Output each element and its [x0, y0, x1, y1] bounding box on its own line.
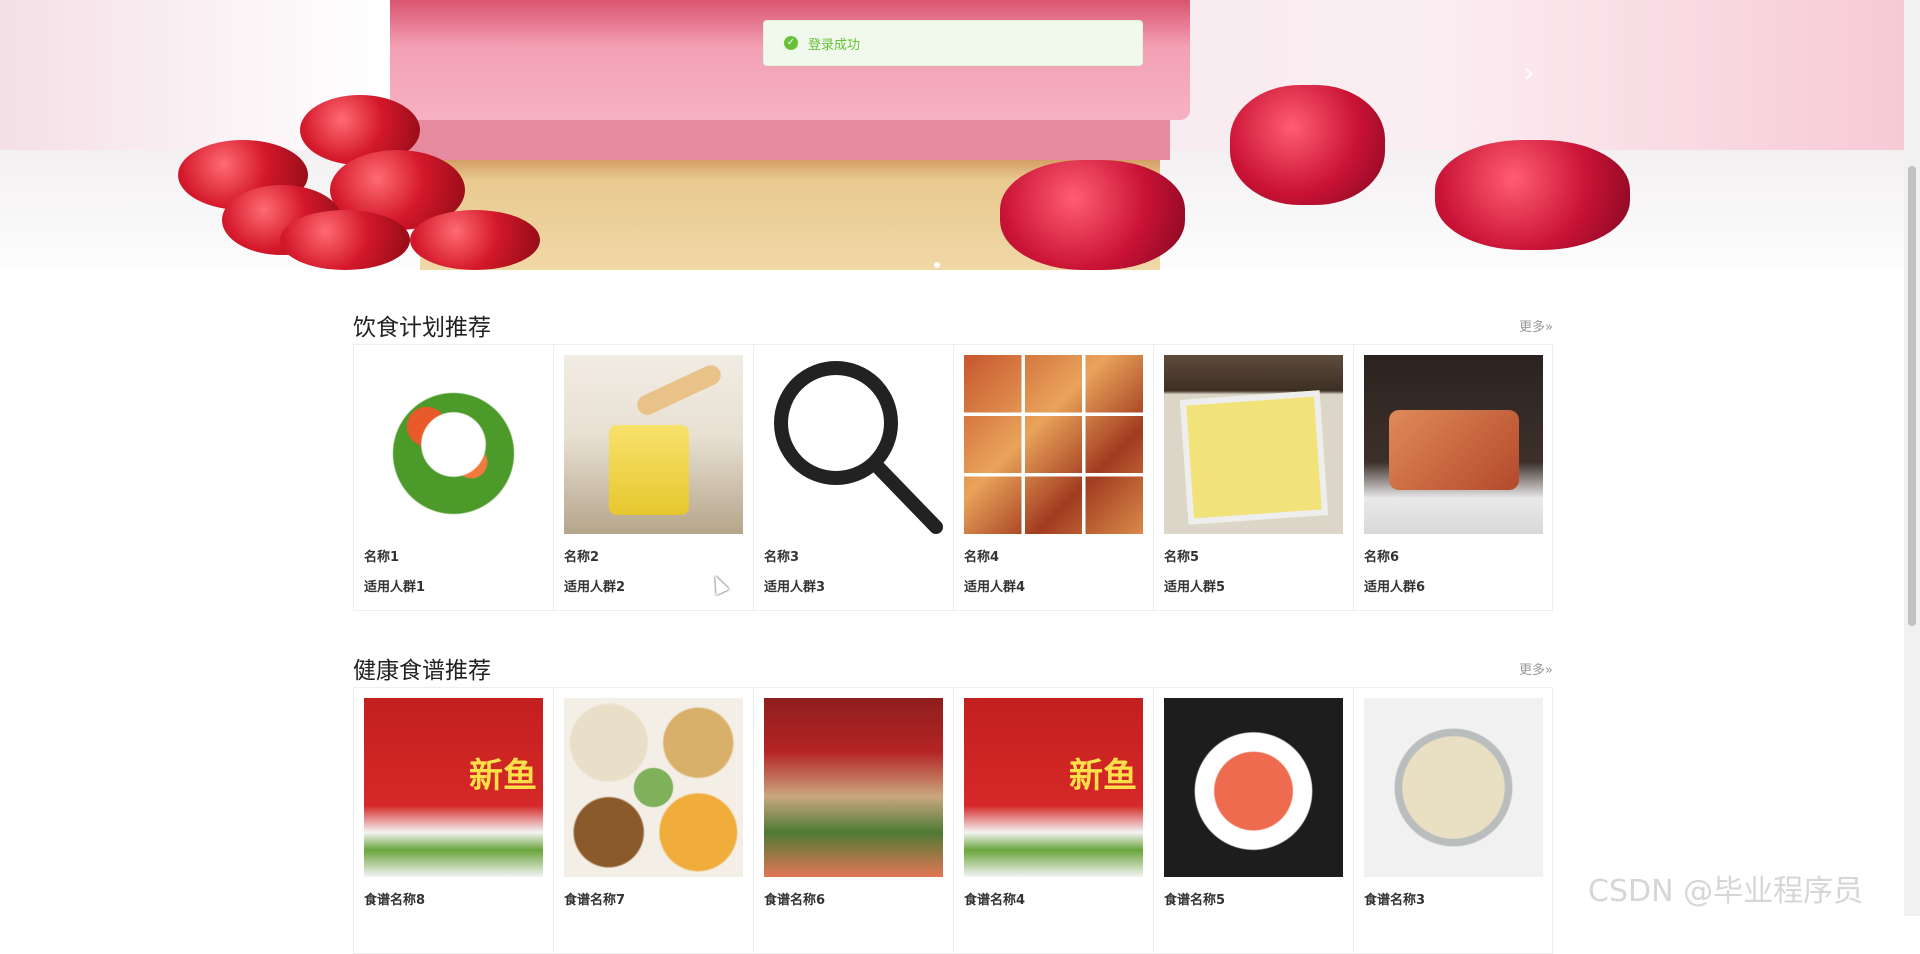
- section-title: 健康食谱推荐: [353, 658, 491, 684]
- watermark-text: CSDN @毕业程序员: [1588, 874, 1864, 909]
- salmon-shape: [1389, 410, 1519, 490]
- section-header: 健康食谱推荐 更多»: [353, 643, 1553, 687]
- plan-name: 名称6: [1364, 550, 1400, 565]
- diet-plan-card[interactable]: 名称1 适用人群1: [354, 345, 554, 610]
- plan-name: 名称3: [764, 550, 800, 565]
- salmon-image: [1364, 355, 1543, 534]
- plan-name: 名称4: [964, 550, 1000, 565]
- toast-message: 登录成功: [808, 37, 861, 53]
- plan-group: 适用人群4: [964, 580, 1026, 595]
- banner-cake-middle: [410, 120, 1170, 160]
- recipe-name: 食谱名称5: [1164, 893, 1226, 908]
- diet-plan-grid: 名称1 适用人群1 名称2 适用人群2 名称3 适用人群3 名称4 适用人群4 …: [353, 344, 1553, 611]
- scrollbar-thumb[interactable]: [1908, 166, 1916, 626]
- diet-plan-section: 饮食计划推荐 更多» 名称1 适用人群1 名称2 适用人群2 名称3 适用人群3…: [353, 300, 1553, 612]
- recipe-section: 健康食谱推荐 更多» 新鱼 食谱名称8 食谱名称7 食谱名称6 新鱼 食谱名称4…: [353, 643, 1553, 954]
- banner-raspberry: [1230, 85, 1385, 205]
- spoon-shape: [633, 361, 725, 419]
- more-link[interactable]: 更多»: [1519, 316, 1553, 335]
- banner-pagination: [934, 253, 946, 268]
- plan-group: 适用人群3: [764, 580, 826, 595]
- banner-dot[interactable]: [934, 262, 940, 268]
- chevron-right-icon: ›: [1523, 56, 1535, 89]
- salad-image: [364, 355, 543, 534]
- recipe-card[interactable]: 新鱼 食谱名称4: [954, 688, 1154, 953]
- diet-plan-card[interactable]: 名称4 适用人群4: [954, 345, 1154, 610]
- recipe-card[interactable]: 食谱名称6: [754, 688, 954, 953]
- fish-poster-image: 新鱼: [964, 698, 1143, 877]
- recipe-name: 食谱名称6: [764, 893, 826, 908]
- dishes-image: [564, 698, 743, 877]
- seafood-collage-image: [964, 355, 1143, 534]
- recipe-name: 食谱名称8: [364, 893, 426, 908]
- recipe-name: 食谱名称4: [964, 893, 1026, 908]
- banner-berry: [410, 210, 540, 270]
- recipe-card[interactable]: 食谱名称5: [1154, 688, 1354, 953]
- plan-name: 名称1: [364, 550, 400, 565]
- more-link[interactable]: 更多»: [1519, 659, 1553, 678]
- recipe-card[interactable]: 食谱名称7: [554, 688, 754, 953]
- banner-raspberry: [1000, 160, 1185, 270]
- diet-plan-card[interactable]: 名称2 适用人群2: [554, 345, 754, 610]
- search-icon: [764, 355, 943, 534]
- section-title: 饮食计划推荐: [353, 315, 491, 341]
- shrimp-plate-image: [1164, 355, 1343, 534]
- fish-poster-image: 新鱼: [364, 698, 543, 877]
- plan-group: 适用人群6: [1364, 580, 1426, 595]
- recipe-grid: 新鱼 食谱名称8 食谱名称7 食谱名称6 新鱼 食谱名称4 食谱名称5 食谱名称…: [353, 687, 1553, 954]
- diet-plan-card[interactable]: 名称3 适用人群3: [754, 345, 954, 610]
- plate-shape: [1179, 390, 1329, 525]
- shrimp-bowl-image: [1164, 698, 1343, 877]
- rice-bowl-image: [1364, 698, 1543, 877]
- section-header: 饮食计划推荐 更多»: [353, 300, 1553, 344]
- poster-text: 新鱼: [469, 756, 537, 796]
- banner-berry: [280, 210, 410, 270]
- diet-plan-card[interactable]: 名称5 适用人群5: [1154, 345, 1354, 610]
- plan-name: 名称2: [564, 550, 600, 565]
- banner-raspberry: [1435, 140, 1630, 250]
- banner-next-button[interactable]: ›: [1518, 58, 1540, 88]
- recipe-card[interactable]: 食谱名称3: [1354, 688, 1553, 953]
- login-success-toast: ✓ 登录成功: [763, 20, 1143, 66]
- sushi-image: [764, 698, 943, 877]
- check-circle-icon: ✓: [784, 36, 798, 50]
- recipe-name: 食谱名称7: [564, 893, 626, 908]
- plan-group: 适用人群5: [1164, 580, 1226, 595]
- recipe-card[interactable]: 新鱼 食谱名称8: [354, 688, 554, 953]
- honey-image: [564, 355, 743, 534]
- plan-name: 名称5: [1164, 550, 1200, 565]
- plan-group: 适用人群1: [364, 580, 426, 595]
- poster-text: 新鱼: [1069, 756, 1137, 796]
- jar-shape: [609, 425, 689, 515]
- recipe-name: 食谱名称3: [1364, 893, 1426, 908]
- diet-plan-card[interactable]: 名称6 适用人群6: [1354, 345, 1553, 610]
